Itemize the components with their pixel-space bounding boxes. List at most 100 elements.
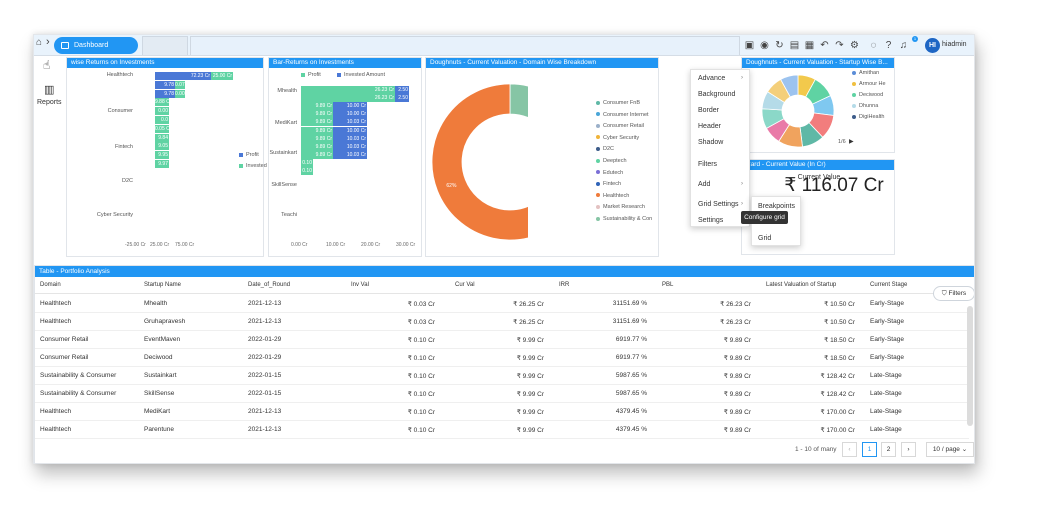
bar-profit[interactable]: 26.23 Cr [301,86,395,94]
hand-pointer-icon[interactable]: ☝ [43,58,50,72]
legend-next-icon[interactable]: ▶ [849,138,854,145]
column-header[interactable]: Current Stage [870,282,907,288]
table-row[interactable]: Consumer Retail Deciwood 2022-01-29 ₹ 0.10 … [35,349,969,367]
bar-invested[interactable]: 9.95 [155,151,169,160]
bell-icon[interactable]: ♫ [898,40,909,51]
column-header[interactable]: Latest Valuation of Startup [766,282,836,288]
bar-invested[interactable]: 9.89 Cr [301,126,333,135]
bar-invested[interactable]: 25.00 Cr [211,72,233,80]
table-row[interactable]: Healthtech MediKart 2021-12-13 ₹ 0.10 Cr ₹ 9… [35,403,969,421]
bar-profit[interactable]: 10.03 Cr [333,134,367,143]
bar-profit[interactable]: 9.78 [155,89,175,98]
chevron-right-icon[interactable]: › [46,36,50,48]
chart-icon[interactable]: ▤ [789,40,800,51]
next-page-button[interactable]: › [901,442,916,457]
home-icon[interactable]: ⌂ [36,37,42,48]
legend-item[interactable]: Armour He [852,81,886,87]
legend-item[interactable]: Deciwood [852,92,883,98]
bar-profit[interactable]: 10.03 Cr [333,118,367,127]
bar-profit[interactable]: 26.23 Cr [301,94,395,103]
help-icon[interactable]: ? [883,40,894,51]
bar-invested[interactable]: 9.97 [155,160,169,168]
bar-profit[interactable]: 72.23 Cr [155,72,211,80]
widget-startup-doughnut[interactable]: Doughnuts - Current Valuation - Startup … [741,57,895,153]
redo-icon[interactable]: ↷ [834,40,845,51]
column-header[interactable]: PBL [662,282,673,288]
save-icon[interactable]: ▣ [744,40,755,51]
menu-item-header[interactable]: Header [698,123,721,130]
username[interactable]: hiadmin [942,41,967,48]
bar-invested[interactable]: 0.00 [175,89,185,98]
bar-invested[interactable]: 0.05 Cr [155,124,169,133]
submenu-item-breakpoints[interactable]: Breakpoints [758,203,795,210]
bar-invested[interactable]: 0.10 [301,158,313,167]
bar-invested[interactable]: 9.05 [155,142,169,151]
bar-profit[interactable]: 10.03 Cr [333,142,367,151]
column-header[interactable]: Cur Val [455,282,475,288]
bar-invested[interactable]: 0.10 [301,167,313,175]
widget-domain-doughnut[interactable]: Doughnuts - Current Valuation - Domain W… [425,57,659,257]
refresh-icon[interactable]: ↻ [774,40,785,51]
widget-bar-returns[interactable]: Bar-Returns on Investments Profit Investe… [268,57,422,257]
legend-item[interactable]: Invested Amount [337,72,385,78]
bar-profit[interactable]: 10.03 Cr [333,150,367,159]
legend-item[interactable]: Sustainability & Con [596,216,652,222]
legend-item[interactable]: Dhunna [852,103,878,109]
undo-icon[interactable]: ↶ [819,40,830,51]
legend-item[interactable]: D2C [596,146,614,152]
bar-profit[interactable]: 10.00 Cr [333,102,367,111]
layout-icon[interactable]: ▦ [804,40,815,51]
bar-tail[interactable]: 2.50 [395,86,409,94]
menu-item-settings[interactable]: Settings [698,217,723,224]
table-scrollbar[interactable] [967,306,973,426]
menu-item-grid-settings[interactable]: Grid Settings [698,201,738,208]
widget-portfolio-table[interactable]: Table - Portfolio Analysis Domain Startup… [34,265,974,463]
bar-invested[interactable]: 9.89 Cr [301,150,333,159]
menu-item-border[interactable]: Border [698,107,719,114]
tab-blank[interactable] [142,36,188,55]
table-row[interactable]: Sustainability & Consumer SkillSense 2022-… [35,385,969,403]
avatar[interactable]: HI [925,38,940,53]
table-row[interactable]: Consumer Retail EventMaven 2022-01-29 ₹ 0.1… [35,331,969,349]
bar-invested[interactable]: 0.07 [175,80,185,89]
table-row[interactable]: Healthtech Parentune 2021-12-13 ₹ 0.10 Cr ₹ … [35,421,969,439]
page-1-button[interactable]: 1 [862,442,877,457]
bar-invested[interactable]: 9.89 Cr [301,110,333,119]
legend-item[interactable]: Consumer Retail [596,123,644,129]
legend-pager[interactable]: 1/6 [838,139,846,145]
gear-icon[interactable]: ⚙ [849,40,860,51]
eye-icon[interactable]: ◉ [759,40,770,51]
legend-item[interactable]: DigiHealth [852,114,884,120]
bar-profit[interactable]: 10.00 Cr [333,110,367,119]
legend-item[interactable]: Amithan [852,70,879,76]
bar-invested[interactable]: 9.89 Cr [301,102,333,111]
legend-item[interactable]: Fintech [596,181,621,187]
tab-dashboard-designer[interactable]: Dashboard Designer [54,37,138,66]
bar-tail[interactable]: 2.50 [395,94,409,103]
bar-invested[interactable]: 9.89 Cr [301,118,333,127]
column-header[interactable]: Inv Val [351,282,369,288]
widget-domain-returns[interactable]: wise Returns on Investments Healthtech Co… [66,57,287,257]
column-header[interactable]: Domain [40,282,61,288]
column-header[interactable]: Startup Name [144,282,181,288]
bar-invested[interactable]: 9.88 Cr [155,98,169,107]
menu-item-add[interactable]: Add [698,181,710,188]
page-size-select[interactable]: 10 / page ⌄ [926,442,974,457]
legend-item[interactable]: Profit [239,152,259,158]
menu-item-background[interactable]: Background [698,91,735,98]
legend-item[interactable]: Market Research [596,204,645,210]
table-row[interactable]: Healthtech Mhealth 2021-12-13 ₹ 0.03 Cr ₹ 26… [35,295,969,313]
page-2-button[interactable]: 2 [881,442,896,457]
menu-item-shadow[interactable]: Shadow [698,139,723,146]
menu-item-advance[interactable]: Advance [698,75,725,82]
bar-profit[interactable]: 9.78 [155,80,175,89]
column-header[interactable]: IRR [559,282,569,288]
legend-item[interactable]: Consumer FnB [596,100,640,106]
column-header[interactable]: Date_of_Round [248,282,290,288]
bar-invested[interactable]: 0.0 [155,116,169,124]
submenu-item-grid[interactable]: Grid [758,235,771,242]
sidebar-item-reports[interactable]: Reports [37,99,62,106]
legend-item[interactable]: Edutech [596,170,623,176]
legend-item[interactable]: Healthtech [596,193,629,199]
legend-item[interactable]: Deeptech [596,158,627,164]
